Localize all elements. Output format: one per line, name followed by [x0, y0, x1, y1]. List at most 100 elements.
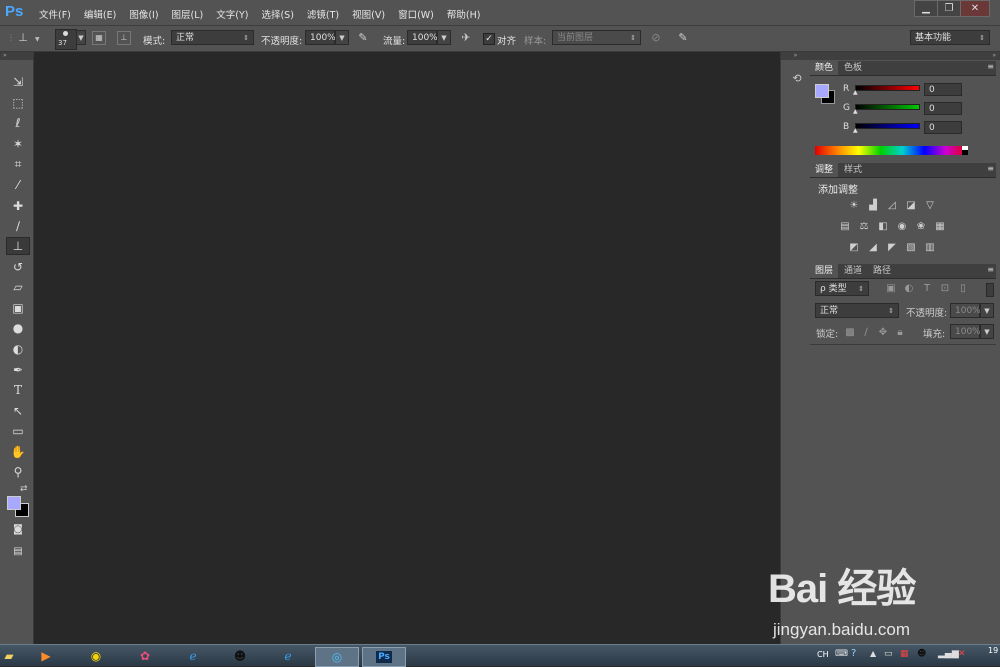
menu-filter[interactable]: 滤镜(T) — [307, 7, 339, 21]
blur-tool-icon[interactable]: ● — [9, 320, 27, 336]
mode-select[interactable]: 正常 ⇕ — [171, 30, 254, 45]
quick-mask-icon[interactable]: ◙ — [9, 522, 27, 538]
ignore-adjustment-layers-icon[interactable]: ⊘ — [649, 31, 663, 45]
opacity-chevron-icon[interactable]: ▼ — [335, 30, 349, 45]
internet-explorer-icon[interactable]: ℯ — [175, 647, 211, 665]
close-button[interactable]: ✕ — [960, 0, 990, 17]
foreground-color-swatch[interactable] — [7, 496, 21, 510]
tray-chevron-icon[interactable]: ▲ — [870, 649, 876, 658]
menu-edit[interactable]: 编辑(E) — [84, 7, 116, 21]
network-signal-icon[interactable]: ▂▄▆ — [938, 649, 959, 659]
tray-qq-icon[interactable]: ☻ — [917, 649, 926, 659]
tray-app-icon[interactable]: ▦ — [900, 649, 909, 659]
color-lookup-icon[interactable]: ▦ — [933, 221, 947, 233]
pressure-opacity-icon[interactable]: ✎ — [356, 31, 370, 45]
chevron-down-icon[interactable]: ▼ — [35, 36, 40, 43]
app-flower-icon[interactable]: ✿ — [127, 647, 163, 665]
internet-explorer-icon[interactable]: ℯ — [270, 647, 306, 665]
tab-swatches[interactable]: 色板 — [839, 61, 867, 75]
maximize-button[interactable]: ❐ — [937, 0, 961, 17]
lock-all-icon[interactable]: 🔒︎ — [893, 327, 907, 339]
layer-filter-select[interactable]: ρ 类型 ⇕ — [815, 281, 869, 296]
document-canvas-area[interactable] — [34, 52, 779, 644]
tab-channels[interactable]: 通道 — [839, 264, 867, 278]
spectrum-black-swatch[interactable] — [962, 150, 968, 155]
pressure-size-icon[interactable]: ✎ — [676, 31, 690, 45]
expand-dock-icon[interactable]: » — [781, 52, 810, 60]
collapse-toolbar-icon[interactable]: » — [0, 52, 33, 60]
invert-icon[interactable]: ◩ — [847, 242, 861, 254]
minimize-button[interactable]: ▁ — [914, 0, 938, 17]
browser-app-icon[interactable]: ◎ — [315, 647, 359, 667]
tray-language[interactable]: CH — [817, 650, 829, 659]
lasso-tool-icon[interactable]: ℓ — [9, 115, 27, 131]
pen-tool-icon[interactable]: ✒ — [9, 362, 27, 378]
shape-tool-icon[interactable]: ▭ — [9, 423, 27, 439]
menu-help[interactable]: 帮助(H) — [447, 7, 481, 21]
brush-preset-picker[interactable]: 37 — [55, 29, 77, 50]
lock-transparency-icon[interactable]: ▩ — [843, 327, 857, 339]
vibrance-icon[interactable]: ▽ — [923, 200, 937, 212]
align-checkbox[interactable]: ✓ — [483, 33, 495, 45]
fill-chevron-icon[interactable]: ▼ — [980, 324, 994, 339]
volume-muted-icon[interactable]: ✕ — [958, 649, 966, 659]
panel-menu-icon[interactable]: ≡ — [987, 265, 994, 274]
workspace-select[interactable]: 基本功能 ⇕ — [910, 30, 990, 45]
flow-field[interactable]: 100% — [407, 30, 438, 45]
channel-b-slider[interactable] — [855, 123, 920, 129]
channel-mixer-icon[interactable]: ❀ — [914, 221, 928, 233]
crop-tool-icon[interactable]: ⌗ — [9, 156, 27, 172]
eraser-icon[interactable]: ▱ — [9, 279, 27, 295]
color-spectrum-bar[interactable] — [815, 146, 968, 155]
tab-paths[interactable]: 路径 — [868, 264, 896, 278]
clone-stamp-icon[interactable]: ⊥ — [6, 237, 30, 255]
help-icon[interactable]: ? — [851, 648, 856, 659]
lock-pixels-icon[interactable]: ∕ — [859, 327, 873, 339]
tab-layers[interactable]: 图层 — [810, 264, 839, 278]
levels-icon[interactable]: ▟ — [866, 200, 880, 212]
gradient-map-icon[interactable]: ▥ — [923, 242, 937, 254]
clock[interactable]: 19 — [988, 646, 998, 655]
path-select-icon[interactable]: ↖ — [9, 403, 27, 419]
toggle-clone-source-icon[interactable]: ⊥ — [117, 31, 131, 45]
filter-toggle[interactable] — [986, 283, 994, 297]
type-tool-icon[interactable]: T — [9, 382, 27, 398]
channel-g-slider[interactable] — [855, 104, 920, 110]
tray-display-icon[interactable]: ▭ — [884, 649, 893, 659]
photo-filter-icon[interactable]: ◉ — [895, 221, 909, 233]
magic-wand-icon[interactable]: ✶ — [9, 136, 27, 152]
hand-tool-icon[interactable]: ✋ — [9, 444, 27, 460]
layer-opacity-chevron-icon[interactable]: ▼ — [980, 303, 994, 318]
black-white-icon[interactable]: ◧ — [876, 221, 890, 233]
opacity-field[interactable]: 100% — [305, 30, 336, 45]
filter-pixel-icon[interactable]: ▣ — [884, 283, 898, 295]
menu-window[interactable]: 窗口(W) — [398, 7, 434, 21]
color-fg-swatch[interactable] — [815, 84, 829, 98]
menu-select[interactable]: 选择(S) — [261, 7, 293, 21]
zoom-tool-icon[interactable]: ⚲ — [9, 464, 27, 480]
slider-handle-icon[interactable]: ▲ — [853, 127, 858, 134]
dodge-tool-icon[interactable]: ◐ — [9, 341, 27, 357]
hue-saturation-icon[interactable]: ▤ — [838, 221, 852, 233]
eyedropper-icon[interactable]: ⁄ — [9, 177, 27, 193]
layer-opacity-field[interactable]: 100% — [950, 303, 981, 318]
fill-field[interactable]: 100% — [950, 324, 981, 339]
history-panel-icon[interactable]: ⟲ — [790, 72, 804, 86]
history-brush-icon[interactable]: ↺ — [9, 259, 27, 275]
swap-colors-icon[interactable]: ⇄ — [20, 484, 28, 494]
airbrush-icon[interactable]: ✈ — [459, 31, 473, 45]
toggle-brush-panel-icon[interactable]: ▦ — [92, 31, 106, 45]
menu-type[interactable]: 文字(Y) — [216, 7, 248, 21]
clone-stamp-preset-icon[interactable]: ⊥ — [16, 31, 30, 45]
menu-layer[interactable]: 图层(L) — [172, 7, 204, 21]
channel-r-value[interactable]: 0 — [924, 83, 962, 96]
app-yellow-icon[interactable]: ◉ — [78, 647, 114, 665]
tab-styles[interactable]: 样式 — [839, 163, 867, 177]
flow-chevron-icon[interactable]: ▼ — [437, 30, 451, 45]
photoshop-taskbar-icon[interactable]: Ps — [362, 647, 406, 667]
curves-icon[interactable]: ◿ — [885, 200, 899, 212]
move-tool-icon[interactable]: ⇲ — [9, 74, 27, 90]
lock-position-icon[interactable]: ✥ — [876, 327, 890, 339]
menu-image[interactable]: 图像(I) — [129, 7, 158, 21]
tab-color[interactable]: 颜色 — [810, 61, 839, 75]
